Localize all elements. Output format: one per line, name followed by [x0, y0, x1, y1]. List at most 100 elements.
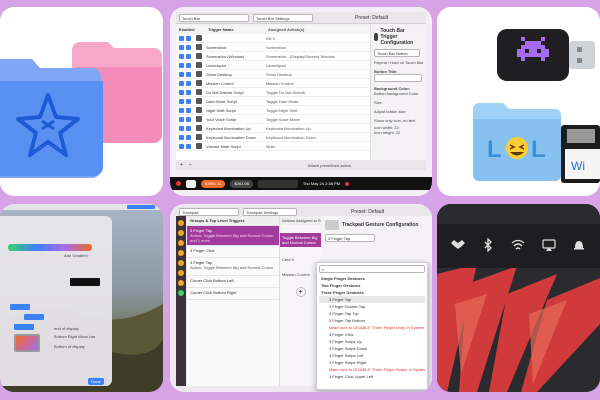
- sidebar-item-1[interactable]: [178, 220, 184, 226]
- list-item[interactable]: 4 Finger Tap Action: Toggle Between Big a…: [187, 258, 279, 276]
- menu-item[interactable]: 3 Finger Tap: [319, 296, 425, 303]
- wifi-icon[interactable]: [511, 238, 525, 252]
- table-row[interactable]: Screenshot Screenshot: [176, 43, 370, 52]
- enabled-checkbox-2[interactable]: [186, 89, 191, 95]
- add-trigger-button[interactable]: +: [180, 162, 183, 168]
- table-row[interactable]: Show Desktop Show Desktop: [176, 70, 370, 79]
- record-icon[interactable]: [345, 181, 349, 186]
- gesture-select[interactable]: 3 Finger Tap: [325, 234, 375, 242]
- price-badge-1[interactable]: $7801.11: [201, 179, 226, 188]
- enabled-checkbox[interactable]: [179, 143, 184, 149]
- enabled-checkbox-2[interactable]: [186, 143, 191, 149]
- preset-label[interactable]: Preset: Default: [355, 15, 388, 21]
- enabled-checkbox[interactable]: [179, 44, 184, 50]
- menu-item[interactable]: 3 Finger Click: [319, 331, 425, 338]
- list-item[interactable]: 3 Finger Tap Action: Toggle Between Big a…: [187, 226, 279, 246]
- menu-item[interactable]: 3 Finger Tap Bottom: [319, 317, 425, 324]
- search-input[interactable]: Trackpad: [179, 207, 239, 216]
- preset-label[interactable]: Preset: Default: [351, 209, 384, 215]
- done-button[interactable]: Done: [88, 378, 104, 385]
- enabled-checkbox[interactable]: [179, 53, 184, 59]
- action-toggle-cursor[interactable]: Toggle Between Big and Normal Cursor: [280, 233, 321, 247]
- list-item[interactable]: Corner Click Bottom Right: [187, 288, 279, 300]
- enabled-checkbox[interactable]: [179, 134, 184, 140]
- option-toggle-3[interactable]: [14, 324, 34, 330]
- white-button[interactable]: [186, 179, 196, 188]
- menu-item[interactable]: Three Finger Gestures: [319, 289, 425, 296]
- enabled-checkbox[interactable]: [179, 89, 184, 95]
- menu-item[interactable]: 3 Finger Swipe Up: [319, 338, 425, 345]
- enabled-checkbox[interactable]: [179, 116, 184, 122]
- menu-item[interactable]: 3 Finger Swipe Down: [319, 345, 425, 352]
- sidebar-item-3[interactable]: [178, 240, 184, 246]
- gradient-slider[interactable]: [8, 244, 92, 251]
- table-row[interactable]: Do Not Disturb Script Toggle Do Not Distu…: [176, 88, 370, 97]
- sidebar-item-5[interactable]: [178, 260, 184, 266]
- add-action-button[interactable]: +: [295, 287, 306, 297]
- option-toggle-2[interactable]: [24, 314, 44, 320]
- menu-item[interactable]: 3 Finger Swipe Left: [319, 352, 425, 359]
- airplay-icon[interactable]: [542, 238, 556, 252]
- sidebar-item-6[interactable]: [178, 270, 184, 276]
- add-gradient-label[interactable]: Add Gradient: [64, 253, 88, 258]
- menu-search-input[interactable]: ⌕: [319, 265, 425, 273]
- color-well[interactable]: [70, 278, 100, 286]
- enabled-checkbox[interactable]: [179, 98, 184, 104]
- button-title-input[interactable]: [374, 74, 422, 82]
- menu-item[interactable]: 3 Finger Click Upper Left: [319, 373, 425, 380]
- sidebar-item-8[interactable]: [178, 290, 184, 296]
- enabled-checkbox[interactable]: [179, 62, 184, 68]
- icon-height-field[interactable]: Icon height: 22: [374, 130, 423, 135]
- table-row[interactable]: Kill X: [176, 34, 370, 43]
- media-controls[interactable]: [257, 179, 298, 188]
- bell-icon[interactable]: [572, 238, 586, 252]
- enabled-checkbox[interactable]: [179, 80, 184, 86]
- enabled-checkbox[interactable]: [179, 107, 184, 113]
- table-row[interactable]: Dark Mode Script Toggle Dark Mode: [176, 97, 370, 106]
- bluetooth-icon[interactable]: [481, 238, 495, 252]
- enabled-checkbox[interactable]: [179, 35, 184, 41]
- show-only-icon-option[interactable]: Show only icon, no text: [374, 118, 423, 123]
- wallpaper-thumbnail[interactable]: [14, 334, 40, 352]
- menu-item[interactable]: Single Finger Gestures: [319, 275, 425, 282]
- settings-dropdown[interactable]: Touch Bar Settings: [253, 13, 313, 22]
- action-mission-control[interactable]: Mission Control: [280, 270, 321, 279]
- button-type-select[interactable]: Touch Bar Button: [374, 49, 420, 57]
- option-toggle-1[interactable]: [10, 304, 30, 310]
- search-input[interactable]: Touch Bar: [179, 13, 249, 22]
- table-row[interactable]: Keyboard Illumination Down Keyboard Illum…: [176, 133, 370, 142]
- enabled-checkbox-2[interactable]: [186, 107, 191, 113]
- dropbox-icon[interactable]: [451, 238, 466, 252]
- list-item[interactable]: Corner Click Bottom Left: [187, 276, 279, 288]
- enabled-checkbox-2[interactable]: [186, 125, 191, 131]
- enabled-checkbox-2[interactable]: [186, 71, 191, 77]
- enabled-checkbox-2[interactable]: [186, 53, 191, 59]
- table-row[interactable]: Keyboard Illumination Up Keyboard Illumin…: [176, 124, 370, 133]
- sidebar-item-7[interactable]: [178, 280, 184, 286]
- esc-icon[interactable]: [176, 181, 181, 186]
- menu-item[interactable]: Two Finger Gestures: [319, 282, 425, 289]
- enabled-checkbox-2[interactable]: [186, 98, 191, 104]
- table-row[interactable]: Your Voice Script Toggle Voice Mode: [176, 115, 370, 124]
- repeat-option[interactable]: Repeat / Hold on Touch Bar: [374, 60, 423, 65]
- menu-item[interactable]: 3 Finger Swipe Right: [319, 359, 425, 366]
- menu-item[interactable]: 3 Finger Tap Top: [319, 310, 425, 317]
- settings-dropdown[interactable]: Trackpad Settings: [243, 207, 297, 216]
- table-row[interactable]: Mission Control Mission Control: [176, 79, 370, 88]
- sidebar-item-2[interactable]: [178, 230, 184, 236]
- action-cmd-x[interactable]: Cmd X: [280, 255, 321, 264]
- remove-trigger-button[interactable]: −: [189, 162, 192, 168]
- table-row[interactable]: Screenshot (Window) Screenshot - (Display…: [176, 52, 370, 61]
- adjust-size-option[interactable]: Adjust button size: [374, 109, 423, 114]
- menu-bar-item[interactable]: [127, 205, 155, 209]
- price-badge-2[interactable]: $261.08: [230, 179, 253, 188]
- enabled-checkbox-2[interactable]: [186, 80, 191, 86]
- enabled-checkbox-2[interactable]: [186, 35, 191, 41]
- table-row[interactable]: Volume Mute Script Mute: [176, 142, 370, 151]
- enabled-checkbox-2[interactable]: [186, 44, 191, 50]
- table-row[interactable]: Night Shift Script Toggle Night Shift: [176, 106, 370, 115]
- enabled-checkbox-2[interactable]: [186, 62, 191, 68]
- sidebar-item-4[interactable]: [178, 250, 184, 256]
- enabled-checkbox[interactable]: [179, 71, 184, 77]
- enabled-checkbox[interactable]: [179, 125, 184, 131]
